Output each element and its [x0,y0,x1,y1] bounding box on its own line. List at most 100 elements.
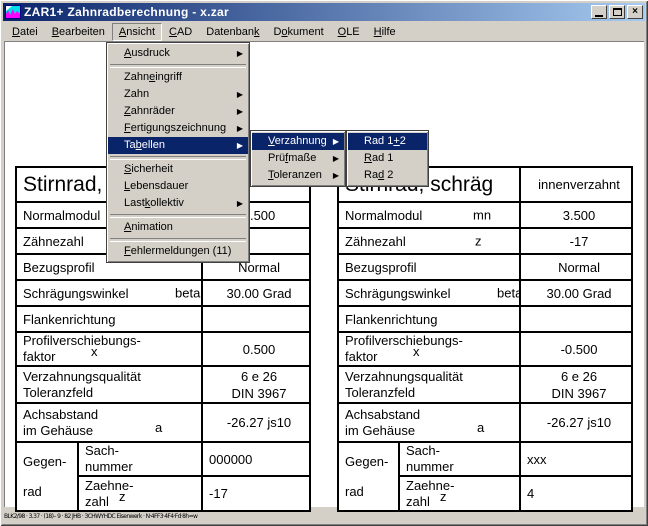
row-value: -0.500 [520,332,632,366]
menu-item-zahneingriff[interactable]: Zahneingriff [108,69,248,86]
row-label: Zaehne- [85,478,133,493]
row-symbol: z [440,489,447,505]
row-value: -26.27 js10 [202,403,310,442]
menu-item-sicherheit[interactable]: Sicherheit [108,161,248,178]
row-label: nummer [85,459,133,474]
menu-item-zahnraeder[interactable]: Zahnräder▶ [108,103,248,120]
row-label: rad [345,484,364,499]
menubar-item-bearbeiten[interactable]: Bearbeiten [45,23,112,41]
row-label: Bezugsprofil [23,260,95,275]
menu-separator [108,236,248,243]
menu-item-lastkollektiv[interactable]: Lastkollektiv▶ [108,195,248,212]
table-right-header-value: innenverzahnt [520,167,632,202]
row-value: -26.27 js10 [520,403,632,442]
menubar-item-datei[interactable]: Datei [5,23,45,41]
row-label: Verzahnungsqualität [345,369,463,384]
app-icon [5,5,21,19]
maximize-icon [613,8,622,16]
row-label: Gegen- [345,454,388,469]
row-value: 000000 [202,442,310,476]
menu-item-lebensdauer[interactable]: Lebensdauer [108,178,248,195]
row-label: Schrägungswinkel [23,286,129,301]
row-label: Toleranzfeld [345,385,415,400]
row-value [202,306,310,332]
row-label: Flankenrichtung [345,312,438,327]
row-label: nummer [406,459,454,474]
row-label: Toleranzfeld [23,385,93,400]
menu-item-rad-2[interactable]: Rad 2 [348,167,427,184]
menu-item-ausdruck[interactable]: Ausdruck▶ [108,45,248,62]
chevron-right-icon: ▶ [237,45,243,62]
menu-item-toleranzen[interactable]: Toleranzen▶ [252,167,344,184]
chevron-right-icon: ▶ [237,120,243,137]
row-label: Verzahnungsqualität [23,369,141,384]
footer-fineprint: BLK2/98 · 3.37 · (18)– 9 · 82 JHB · 3CHW… [4,513,234,521]
row-value: DIN 3967 [552,386,607,401]
verzahnung-submenu: Rad 1+2Rad 1Rad 2 [346,130,429,187]
row-value: 30.00 Grad [202,280,310,306]
window-title: ZAR1+ Zahnradberechnung - x.zar [24,5,229,19]
maximize-button[interactable] [609,5,625,19]
row-label: Sach- [85,443,119,458]
row-label: Zaehne- [406,478,454,493]
row-label: rad [23,484,42,499]
chevron-right-icon: ▶ [333,150,339,167]
menubar-item-hilfe[interactable]: Hilfe [367,23,403,41]
row-value: xxx [520,442,632,476]
row-label: faktor [345,349,378,364]
menu-item-rad-1[interactable]: Rad 1 [348,150,427,167]
menubar-item-ansicht[interactable]: Ansicht [112,23,162,41]
app-window: ZAR1+ Zahnradberechnung - x.zar × DateiB… [0,0,648,526]
row-symbol: x [413,344,420,360]
minimize-icon [595,15,603,17]
row-label: faktor [23,349,56,364]
row-symbol: x [91,344,98,360]
chevron-right-icon: ▶ [237,86,243,103]
row-symbol: beta [497,286,520,301]
chevron-right-icon: ▶ [237,103,243,120]
menu-bar: DateiBearbeitenAnsichtCADDatenbankDokume… [3,22,645,41]
row-label: zahl [406,494,430,509]
row-value: 6 e 26 [561,369,597,384]
row-label: Schrägungswinkel [345,286,451,301]
chevron-right-icon: ▶ [333,133,339,150]
row-symbol: z [119,489,126,505]
row-label: Normalmodul [23,208,100,223]
chevron-right-icon: ▶ [333,167,339,184]
tabellen-submenu: Verzahnung▶Prüfmaße▶Toleranzen▶ [250,130,346,187]
ansicht-dropdown-menu: Ausdruck▶ ZahneingriffZahn▶Zahnräder▶Fert… [106,42,250,263]
menu-item-verzahnung[interactable]: Verzahnung▶ [252,133,344,150]
row-value: 0.500 [202,332,310,366]
title-bar[interactable]: ZAR1+ Zahnradberechnung - x.zar × [3,3,645,21]
menubar-item-datenbank[interactable]: Datenbank [199,23,266,41]
row-value: 3.500 [520,202,632,228]
row-label: Flankenrichtung [23,312,116,327]
close-button[interactable]: × [627,5,643,19]
menu-item-animation[interactable]: Animation [108,219,248,236]
row-symbol: a [477,420,484,436]
menu-item-pruefmasse[interactable]: Prüfmaße▶ [252,150,344,167]
row-value: 30.00 Grad [520,280,632,306]
gear-table-right: Stirnrad, schräg innenverzahnt Normalmod… [337,166,633,512]
row-value: DIN 3967 [232,386,287,401]
row-label: Achsabstand [345,407,420,422]
menu-item-fertigungszeichnung[interactable]: Fertigungszeichnung▶ [108,120,248,137]
menubar-item-cad[interactable]: CAD [162,23,199,41]
row-label: Zähnezahl [345,234,406,249]
menu-item-tabellen[interactable]: Tabellen▶ [108,137,248,154]
menu-item-zahn[interactable]: Zahn▶ [108,86,248,103]
row-symbol: z [475,234,482,249]
chevron-right-icon: ▶ [237,137,243,154]
menubar-item-ole[interactable]: OLE [331,23,367,41]
chevron-right-icon: ▶ [237,195,243,212]
menu-item-fehlermeldungen[interactable]: Fehlermeldungen (11) [108,243,248,260]
row-label: Profilverschiebungs- [345,333,463,348]
minimize-button[interactable] [591,5,607,19]
row-label: Gegen- [23,454,66,469]
row-label: Achsabstand [23,407,98,422]
menu-item-rad-1-2[interactable]: Rad 1+2 [348,133,427,150]
row-symbol: beta [175,286,200,301]
menubar-item-dokument[interactable]: Dokument [266,23,330,41]
row-label: Sach- [406,443,440,458]
row-value: 4 [520,476,632,511]
